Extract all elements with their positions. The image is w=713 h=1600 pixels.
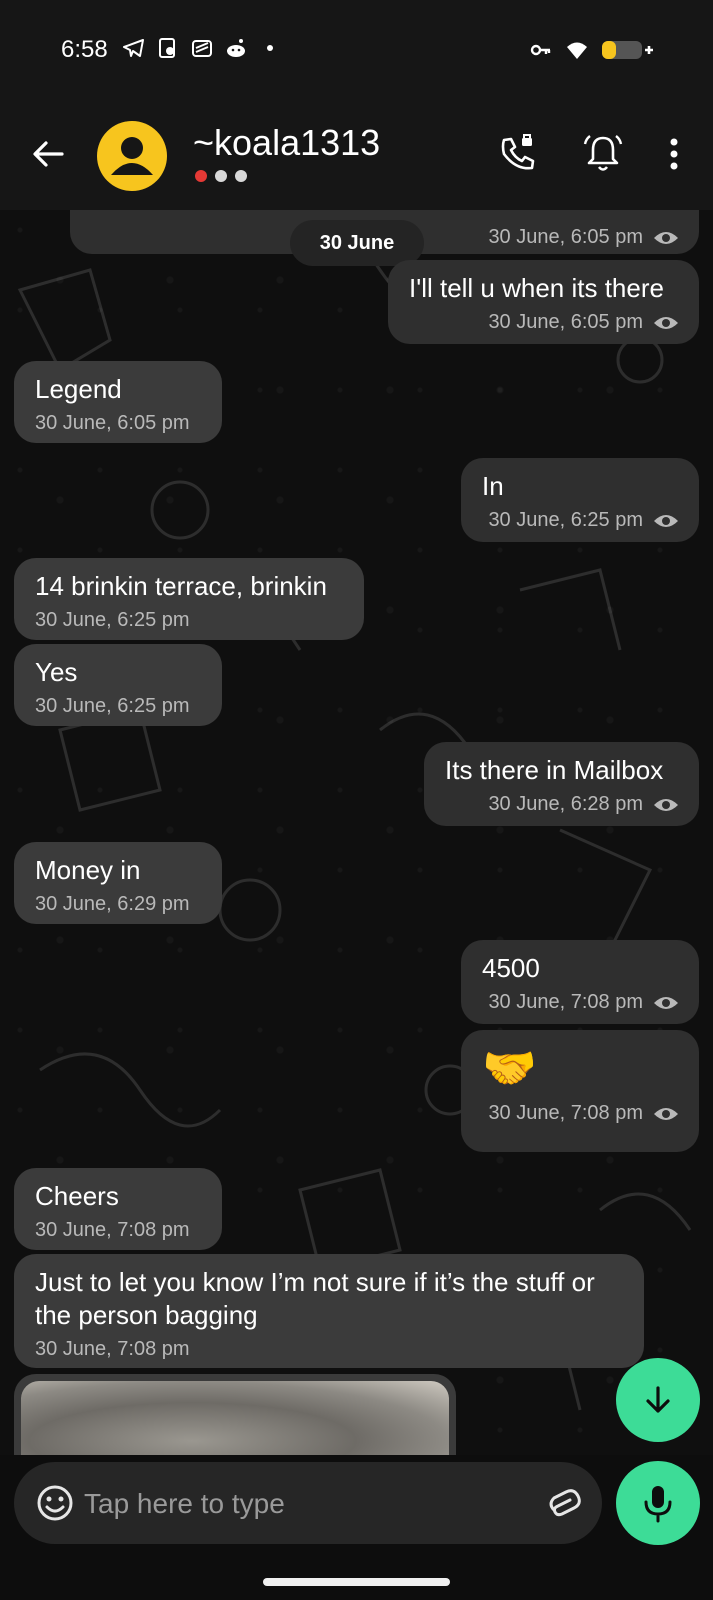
message-time: 30 June, 6:29 pm [35, 893, 190, 915]
message-bubble[interactable]: 14 brinkin terrace, brinkin 30 June, 6:2… [14, 558, 364, 640]
message-bubble[interactable]: 4500 30 June, 7:08 pm [461, 940, 699, 1024]
avatar[interactable] [97, 121, 167, 191]
message-list[interactable]: 30 June, 6:05 pm 30 June I'll tell u whe… [0, 210, 713, 1455]
message-time: 30 June, 7:08 pm [35, 1219, 190, 1241]
contact-name[interactable]: ~koala1313 [193, 122, 380, 164]
vpn-key-icon [530, 44, 551, 56]
message-bubble[interactable]: Legend 30 June, 6:05 pm [14, 361, 222, 443]
chat-header: ~koala1313 [0, 100, 713, 210]
wifi-icon [567, 42, 587, 59]
message-bubble[interactable]: Yes 30 June, 6:25 pm [14, 644, 222, 726]
presence-indicator [195, 170, 247, 182]
emoji-icon[interactable] [34, 1482, 76, 1524]
notification-icons [122, 36, 282, 60]
dot-icon [267, 45, 273, 51]
message-emoji: 🤝 [482, 1044, 537, 1093]
message-time: 30 June, 6:25 pm [35, 609, 190, 631]
back-arrow-icon[interactable] [28, 134, 68, 174]
presence-dot [215, 170, 227, 182]
status-time: 6:58 [61, 36, 108, 63]
call-icon[interactable] [496, 132, 540, 176]
message-time: 30 June, 6:05 pm [35, 412, 190, 434]
message-time: 30 June, 7:08 pm [35, 1338, 190, 1360]
reddit-icon [227, 39, 245, 57]
photo-icon [159, 38, 175, 58]
scroll-to-bottom-button[interactable] [616, 1358, 700, 1442]
message-text: Its there in Mailbox [445, 755, 664, 785]
image-message[interactable] [14, 1374, 456, 1455]
message-bubble[interactable]: In 30 June, 6:25 pm [461, 458, 699, 542]
image-thumbnail[interactable] [21, 1381, 449, 1455]
message-time: 30 June, 6:25 pm [488, 509, 643, 531]
seen-eye-icon [654, 798, 678, 811]
presence-dot [235, 170, 247, 182]
notification-bell-icon[interactable] [581, 132, 625, 176]
message-text: 4500 [482, 953, 540, 983]
stack-icon [192, 40, 212, 57]
attachment-icon[interactable] [544, 1482, 588, 1526]
date-separator: 30 June [290, 220, 424, 266]
message-time: 30 June, 6:25 pm [35, 695, 190, 717]
status-bar: 6:58 [0, 0, 713, 100]
message-bubble[interactable]: I'll tell u when its there 30 June, 6:05… [388, 260, 699, 344]
home-indicator[interactable] [263, 1578, 450, 1586]
system-icons [529, 38, 653, 62]
message-time: 30 June, 6:28 pm [488, 793, 643, 815]
message-text: Just to let you know I’m not sure if it’… [35, 1267, 602, 1330]
message-time: 30 June, 7:08 pm [488, 991, 643, 1013]
voice-record-button[interactable] [616, 1461, 700, 1545]
message-bubble[interactable]: Cheers 30 June, 7:08 pm [14, 1168, 222, 1250]
message-bubble[interactable]: 🤝 30 June, 7:08 pm [461, 1030, 699, 1152]
message-bubble[interactable]: Its there in Mailbox 30 June, 6:28 pm [424, 742, 699, 826]
message-composer [14, 1462, 602, 1544]
presence-dot [195, 170, 207, 182]
person-icon [111, 137, 153, 175]
seen-eye-icon [654, 316, 678, 329]
seen-eye-icon [654, 1107, 678, 1120]
message-text: Money in [35, 855, 141, 885]
message-text: Legend [35, 374, 122, 404]
message-time: 30 June, 6:05 pm [488, 226, 643, 248]
message-text: 14 brinkin terrace, brinkin [35, 571, 327, 601]
seen-eye-icon [654, 231, 678, 244]
seen-eye-icon [654, 514, 678, 527]
message-bubble[interactable]: Just to let you know I’m not sure if it’… [14, 1254, 644, 1368]
message-text: I'll tell u when its there [409, 273, 664, 303]
message-input[interactable] [82, 1478, 526, 1530]
battery-icon [602, 41, 653, 59]
message-time: 30 June, 7:08 pm [488, 1102, 643, 1124]
message-text: Cheers [35, 1181, 119, 1211]
message-time: 30 June, 6:05 pm [488, 311, 643, 333]
more-menu-icon[interactable] [652, 132, 696, 176]
message-bubble[interactable]: Money in 30 June, 6:29 pm [14, 842, 222, 924]
seen-eye-icon [654, 996, 678, 1009]
message-text: In [482, 471, 504, 501]
arrow-down-icon [646, 1386, 670, 1413]
message-text: Yes [35, 657, 78, 687]
telegram-icon [123, 39, 144, 57]
microphone-icon [644, 1486, 672, 1523]
